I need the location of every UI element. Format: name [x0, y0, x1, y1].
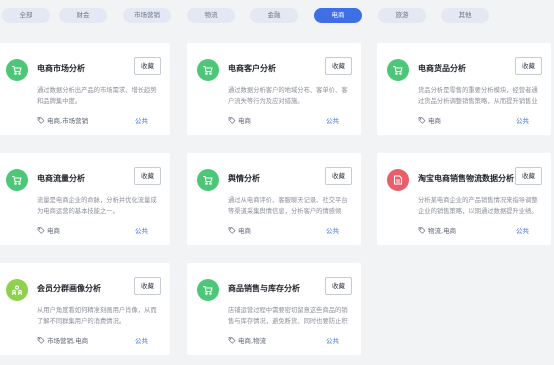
favorite-button[interactable]: 收藏 — [325, 57, 352, 75]
card-tags: 电商 — [37, 225, 60, 235]
tag-text: 物流,电商 — [428, 227, 457, 235]
filter-ecommerce[interactable]: 电商 — [314, 8, 362, 23]
card-tags: 电商 — [418, 115, 441, 125]
card-title: 商品销售与库存分析 — [228, 284, 300, 293]
scope-label: 公共 — [135, 337, 148, 345]
tag-icon — [418, 227, 426, 234]
favorite-button[interactable]: 收藏 — [325, 277, 352, 295]
card-description: 通过数据分析客户的地域分布、客单价、客户流失等行为及应对措施。 — [228, 87, 348, 105]
scope-label: 公共 — [516, 227, 529, 235]
favorite-button[interactable]: 收藏 — [515, 167, 542, 185]
template-card[interactable]: 电商客户分析 收藏 通过数据分析客户的地域分布、客单价、客户流失等行为及应对措施… — [187, 43, 361, 135]
tag-text: 电商,物流 — [238, 337, 267, 345]
tag-icon — [37, 117, 45, 124]
card-description: 货品分析是零售的重要分析模块，经营者通过货品分析调整销售策略，从而提升销售业绩。 — [418, 87, 538, 105]
tag-text: 市场营销,电商 — [47, 337, 89, 345]
card-title: 电商货品分析 — [418, 64, 466, 73]
tag-text: 电商 — [238, 117, 251, 125]
scope-label: 公共 — [516, 117, 529, 125]
card-tags: 物流,电商 — [418, 225, 456, 235]
card-description: 通过数据分析出产品的市场需求、增长趋势和品牌集中度。 — [37, 87, 157, 105]
box-icon — [387, 169, 409, 191]
filter-all[interactable]: 全部 — [2, 8, 50, 23]
scope-label: 公共 — [135, 117, 148, 125]
template-card[interactable]: 淘宝电商销售物流数据分析 收藏 分析某电商企业的产品销售情况来指导调整企业的销售… — [377, 153, 551, 245]
card-title: 淘宝电商销售物流数据分析 — [418, 174, 514, 183]
favorite-button[interactable]: 收藏 — [515, 57, 542, 75]
card-tags: 电商 — [228, 225, 251, 235]
card-tags: 电商 — [228, 115, 251, 125]
card-title: 电商市场分析 — [37, 64, 85, 73]
template-card[interactable]: 电商市场分析 收藏 通过数据分析出产品的市场需求、增长趋势和品牌集中度。 电商,… — [0, 43, 170, 135]
favorite-button[interactable]: 收藏 — [134, 167, 161, 185]
card-tags: 电商,市场营销 — [37, 115, 88, 125]
card-title: 会员分群画像分析 — [37, 284, 101, 293]
tag-icon — [228, 337, 236, 344]
cart-icon — [6, 169, 28, 191]
tag-text: 电商 — [428, 117, 441, 125]
card-description: 流量是电商企业的命脉，分析并优化流量成为电商运营的基本技能之一。 — [37, 197, 157, 215]
category-filter-bar: 全部 财会 市场营销 物流 金融 电商 旅游 其他 — [0, 0, 554, 34]
card-tags: 市场营销,电商 — [37, 335, 88, 345]
card-description: 从用户角度看如何精准刻画用户肖像，从而了解不同群集用户的消费情况。 — [37, 307, 157, 325]
filter-banking[interactable]: 金融 — [250, 8, 298, 23]
tag-text: 电商 — [238, 227, 251, 235]
card-title: 电商流量分析 — [37, 174, 85, 183]
tag-icon — [228, 117, 236, 124]
tag-icon — [418, 117, 426, 124]
cart-icon — [197, 169, 219, 191]
card-description: 通过从电商评价、客服聊天记录、社交平台等渠道采集舆情信息，分析客户的情感倾向。 — [228, 197, 348, 215]
template-card[interactable]: 舆情分析 收藏 通过从电商评价、客服聊天记录、社交平台等渠道采集舆情信息，分析客… — [187, 153, 361, 245]
cart-icon — [6, 59, 28, 81]
tag-icon — [37, 337, 45, 344]
cart-icon — [197, 59, 219, 81]
card-tags: 电商,物流 — [228, 335, 266, 345]
filter-other[interactable]: 其他 — [441, 8, 489, 23]
template-card[interactable]: 会员分群画像分析 收藏 从用户角度看如何精准刻画用户肖像，从而了解不同群集用户的… — [0, 263, 170, 355]
filter-travel[interactable]: 旅游 — [378, 8, 426, 23]
scope-label: 公共 — [326, 337, 339, 345]
scope-label: 公共 — [326, 117, 339, 125]
cart-icon — [197, 279, 219, 301]
template-card[interactable]: 电商货品分析 收藏 货品分析是零售的重要分析模块，经营者通过货品分析调整销售策略… — [377, 43, 551, 135]
scope-label: 公共 — [326, 227, 339, 235]
cart-icon — [387, 59, 409, 81]
people-icon — [6, 279, 28, 301]
card-title: 舆情分析 — [228, 174, 260, 183]
template-card[interactable]: 电商流量分析 收藏 流量是电商企业的命脉，分析并优化流量成为电商运营的基本技能之… — [0, 153, 170, 245]
filter-marketing[interactable]: 市场营销 — [123, 8, 171, 23]
tag-text: 电商,市场营销 — [47, 117, 89, 125]
tag-text: 电商 — [47, 227, 60, 235]
card-description: 分析某电商企业的产品销售情况来指导调整企业的销售策略，以期通过数据提升业绩。 — [418, 197, 538, 215]
filter-logistics[interactable]: 物流 — [187, 8, 235, 23]
card-title: 电商客户分析 — [228, 64, 276, 73]
favorite-button[interactable]: 收藏 — [134, 57, 161, 75]
card-description: 店铺运营过程中需要密切留意这些商品的销售与库存情况，避免断货、同时也要防止积压。 — [228, 307, 348, 325]
scope-label: 公共 — [135, 227, 148, 235]
favorite-button[interactable]: 收藏 — [134, 277, 161, 295]
tag-icon — [228, 227, 236, 234]
tag-icon — [37, 227, 45, 234]
filter-finance[interactable]: 财会 — [59, 8, 107, 23]
template-card[interactable]: 商品销售与库存分析 收藏 店铺运营过程中需要密切留意这些商品的销售与库存情况，避… — [187, 263, 361, 355]
favorite-button[interactable]: 收藏 — [325, 167, 352, 185]
